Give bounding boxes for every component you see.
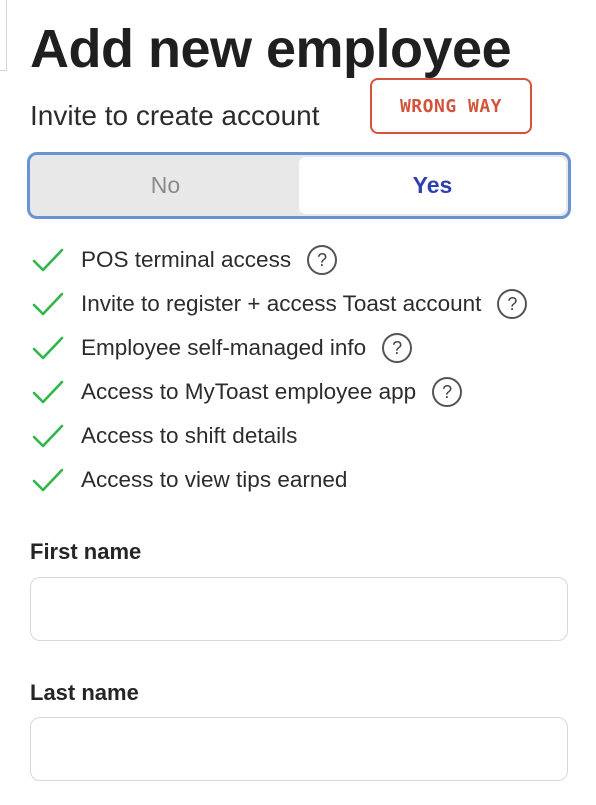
feature-item: Access to shift details [30,414,527,458]
feature-item: Employee self-managed info ? [30,326,527,370]
invite-toggle[interactable]: No Yes [27,152,571,219]
toggle-option-no[interactable]: No [32,157,299,214]
check-icon [32,468,64,492]
page-title: Add new employee [30,19,512,79]
wrong-way-stamp: WRONG WAY [370,78,532,134]
left-panel-edge [0,0,7,71]
feature-item: POS terminal access ? [30,238,527,282]
help-circle-icon[interactable]: ? [497,289,528,319]
first-name-input[interactable] [30,577,568,641]
feature-label: Invite to register + access Toast accoun… [81,291,482,316]
help-circle-icon[interactable]: ? [307,245,338,275]
feature-label: POS terminal access [81,247,292,272]
feature-item: Access to MyToast employee app ? [30,370,527,414]
feature-label: Access to MyToast employee app [81,379,417,404]
last-name-label: Last name [30,680,139,705]
invite-subtitle: Invite to create account [30,100,320,131]
check-icon [32,424,64,448]
feature-label: Access to shift details [81,423,298,448]
check-icon [32,292,64,316]
feature-list: POS terminal access ? Invite to register… [30,238,528,502]
feature-item: Invite to register + access Toast accoun… [30,282,528,326]
check-icon [32,380,64,404]
add-employee-page: Add new employee Invite to create accoun… [0,0,596,805]
check-icon [32,248,64,272]
first-name-label: First name [30,539,142,564]
check-icon [32,336,64,360]
help-circle-icon[interactable]: ? [432,377,463,407]
feature-item: Access to view tips earned [30,458,527,502]
toggle-option-yes[interactable]: Yes [299,157,566,214]
help-circle-icon[interactable]: ? [382,333,413,363]
feature-label: Access to view tips earned [81,467,348,492]
last-name-input[interactable] [30,717,568,781]
feature-label: Employee self-managed info [81,335,367,360]
